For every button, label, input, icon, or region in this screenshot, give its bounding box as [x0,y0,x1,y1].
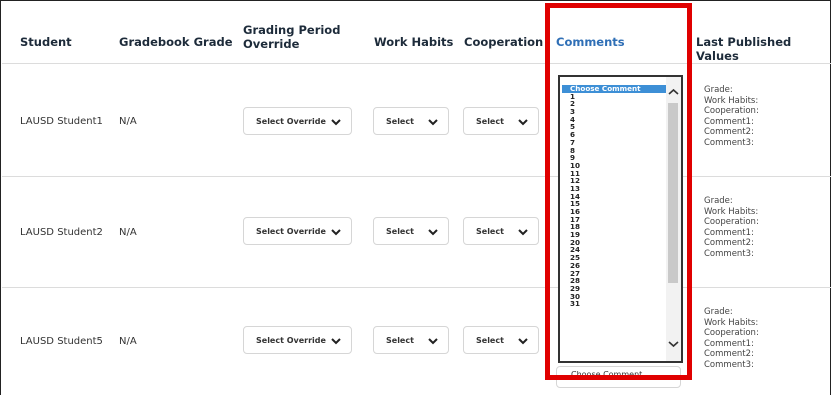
cooperation-select-label: Select [476,226,504,236]
cooperation-select[interactable]: Select [463,217,539,245]
gradebook-grade-value: N/A [119,336,137,347]
gradebook-grade-value: N/A [119,116,137,127]
cooperation-select[interactable]: Select [463,107,539,135]
work-habits-select-label: Select [386,226,414,236]
row-divider [2,63,831,64]
lp-grade: Grade: [704,307,733,317]
work-habits-select-label: Select [386,116,414,126]
lp-work-habits: Work Habits: [704,206,759,217]
chevron-down-icon [331,229,341,236]
highlight-box [545,3,692,380]
lp-comment3: Comment3: [704,359,754,370]
work-habits-select-label: Select [386,335,414,345]
override-select-label: Select Override [256,226,326,236]
chevron-down-icon [428,119,438,126]
last-published-values: Grade: Work Habits: Cooperation: Comment… [704,196,759,259]
work-habits-select[interactable]: Select [373,217,449,245]
lp-grade: Grade: [704,196,733,206]
student-name: LAUSD Student1 [20,116,103,127]
row-divider [2,287,831,288]
lp-comment1: Comment1: [704,227,754,238]
lp-comment3: Comment3: [704,248,754,259]
lp-comment2: Comment2: [704,349,754,359]
override-select[interactable]: Select Override [243,107,352,135]
row-divider [2,176,831,177]
chevron-down-icon [331,338,341,345]
lp-work-habits: Work Habits: [704,317,759,328]
header-gradebook-grade: Gradebook Grade [119,35,233,49]
chevron-down-icon [428,229,438,236]
gradebook-table: Student Gradebook Grade Grading Period O… [0,0,831,395]
override-select[interactable]: Select Override [243,217,352,245]
lp-comment3: Comment3: [704,137,754,148]
header-work-habits: Work Habits [374,35,454,49]
header-student: Student [20,35,72,49]
student-name: LAUSD Student2 [20,227,103,238]
lp-cooperation: Cooperation: [704,328,759,338]
cooperation-select[interactable]: Select [463,326,539,354]
lp-work-habits: Work Habits: [704,95,759,106]
work-habits-select[interactable]: Select [373,326,449,354]
override-select[interactable]: Select Override [243,326,352,354]
chevron-down-icon [428,338,438,345]
chevron-down-icon [518,338,528,345]
lp-cooperation: Cooperation: [704,217,759,227]
lp-cooperation: Cooperation: [704,106,759,116]
chevron-down-icon [331,119,341,126]
override-select-label: Select Override [256,335,326,345]
lp-grade: Grade: [704,85,733,95]
lp-comment1: Comment1: [704,116,754,127]
header-cooperation: Cooperation [464,35,544,49]
header-grading-period-override: Grading Period Override [243,23,341,51]
cooperation-select-label: Select [476,335,504,345]
chevron-down-icon [518,119,528,126]
override-select-label: Select Override [256,116,326,126]
lp-comment1: Comment1: [704,338,754,349]
student-name: LAUSD Student5 [20,336,103,347]
cooperation-select-label: Select [476,116,504,126]
work-habits-select[interactable]: Select [373,107,449,135]
gradebook-grade-value: N/A [119,227,137,238]
last-published-values: Grade: Work Habits: Cooperation: Comment… [704,85,759,148]
chevron-down-icon [518,229,528,236]
lp-comment2: Comment2: [704,238,754,248]
lp-comment2: Comment2: [704,127,754,137]
last-published-values: Grade: Work Habits: Cooperation: Comment… [704,307,759,370]
header-last-published-values: Last Published Values [696,35,792,63]
